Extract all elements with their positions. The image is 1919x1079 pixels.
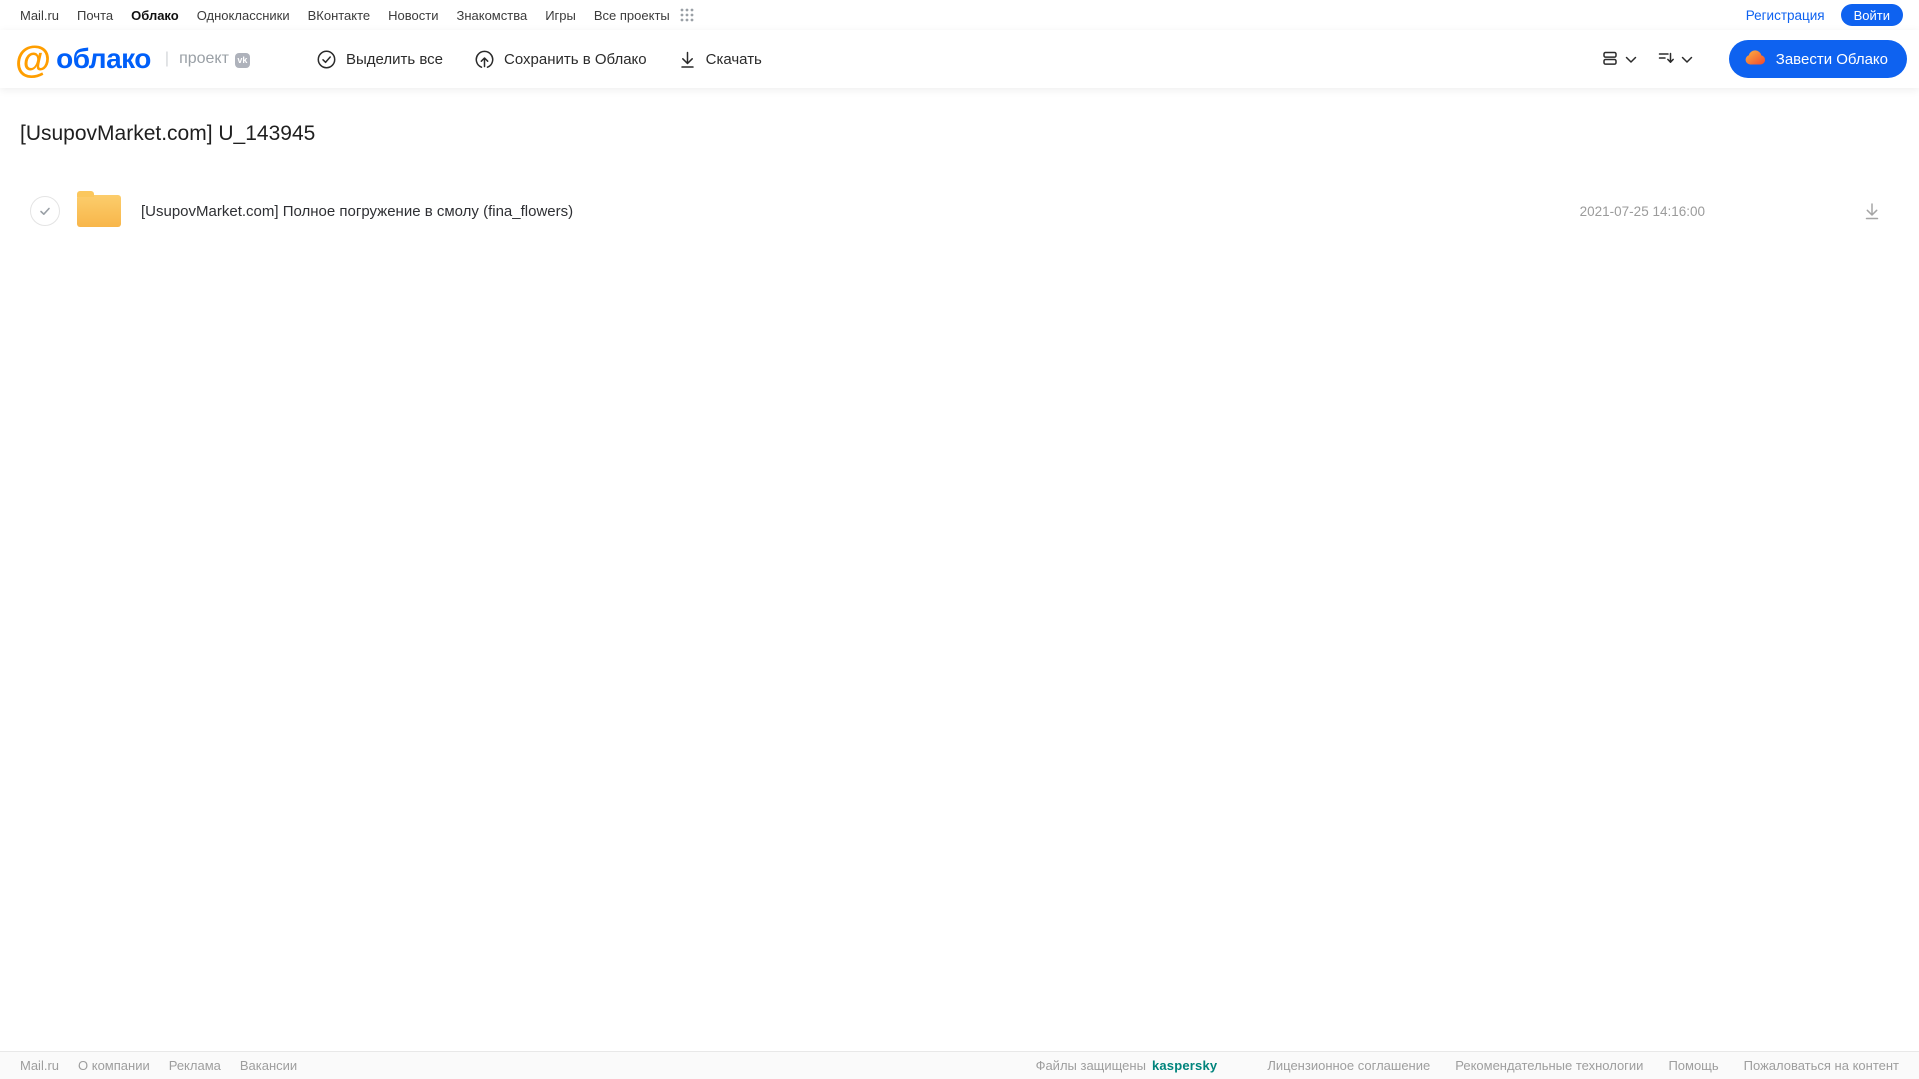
file-actions-toolbar: Выделить все Сохранить в Облако Скачать	[317, 50, 762, 69]
app-header: @ облако | проект vk Выделить все Сохран…	[0, 30, 1919, 88]
row-download-button[interactable]	[1863, 201, 1881, 221]
view-mode-toggle[interactable]	[1601, 49, 1637, 70]
topnav-link[interactable]: Mail.ru	[20, 8, 59, 23]
get-cloud-button[interactable]: Завести Облако	[1728, 40, 1907, 78]
footer-link[interactable]: Реклама	[169, 1058, 221, 1073]
login-button[interactable]: Войти	[1840, 4, 1903, 26]
all-projects-grid-icon[interactable]	[680, 8, 694, 22]
check-circle-icon	[317, 50, 336, 69]
footer-link[interactable]: Вакансии	[240, 1058, 297, 1073]
chevron-down-icon	[1681, 52, 1693, 67]
logo-wordmark: облако	[56, 43, 151, 74]
file-list: [UsupovMarket.com] Полное погружение в с…	[0, 191, 1919, 231]
save-to-cloud-button[interactable]: Сохранить в Облако	[475, 50, 647, 69]
footer-link[interactable]: Пожаловаться на контент	[1744, 1058, 1899, 1073]
topnav-link[interactable]: Облако	[131, 8, 179, 23]
project-vk-label: проект	[179, 50, 229, 67]
footer-link[interactable]: О компании	[78, 1058, 150, 1073]
file-name-link[interactable]: [UsupovMarket.com] Полное погружение в с…	[141, 203, 573, 220]
header-right-controls: Завести Облако	[1601, 40, 1907, 78]
topnav-link[interactable]: Одноклассники	[197, 8, 290, 23]
file-date: 2021-07-25 14:16:00	[1579, 203, 1705, 219]
folder-icon	[77, 191, 121, 227]
cloud-logo[interactable]: @ облако | проект vk	[15, 41, 317, 78]
sort-icon	[1657, 49, 1675, 70]
main-content: [UsupovMarket.com] U_143945 [UsupovMarke…	[0, 88, 1919, 1051]
file-row[interactable]: [UsupovMarket.com] Полное погружение в с…	[0, 191, 1919, 231]
files-protected-label: Файлы защищены	[1035, 1058, 1146, 1073]
topnav-link[interactable]: Все проекты	[594, 8, 670, 23]
footer: Mail.ru О компании Реклама Вакансии Файлы з…	[0, 1051, 1919, 1079]
cloud-icon	[1743, 48, 1767, 70]
topnav-link[interactable]: Игры	[545, 8, 576, 23]
save-to-cloud-label: Сохранить в Облако	[504, 50, 647, 68]
topnav-link[interactable]: Почта	[77, 8, 113, 23]
topnav-link[interactable]: Новости	[388, 8, 438, 23]
select-all-label: Выделить все	[346, 50, 444, 68]
download-label: Скачать	[705, 50, 762, 68]
download-icon	[679, 50, 696, 69]
page-title: [UsupovMarket.com] U_143945	[20, 122, 316, 145]
sort-order-toggle[interactable]	[1657, 49, 1693, 70]
check-icon	[40, 207, 50, 215]
footer-link[interactable]: Рекомендательные технологии	[1455, 1058, 1643, 1073]
row-checkbox[interactable]	[30, 196, 60, 226]
get-cloud-label: Завести Облако	[1775, 50, 1888, 68]
kaspersky-logo[interactable]: kaspersky	[1152, 1058, 1217, 1073]
footer-link[interactable]: Mail.ru	[20, 1058, 59, 1073]
list-view-icon	[1601, 49, 1619, 70]
download-button[interactable]: Скачать	[679, 50, 762, 69]
portal-topnav: Mail.ru Почта Облако Одноклассники ВКонтакте…	[0, 0, 1919, 30]
download-icon	[1865, 203, 1879, 220]
logo-divider: |	[164, 50, 170, 67]
topnav-link[interactable]: Знакомства	[456, 8, 527, 23]
registration-link[interactable]: Регистрация	[1746, 8, 1825, 23]
mailru-at-icon: @	[15, 38, 52, 80]
cloud-upload-icon	[475, 50, 494, 69]
topnav-link[interactable]: ВКонтакте	[308, 8, 371, 23]
chevron-down-icon	[1625, 52, 1637, 67]
select-all-button[interactable]: Выделить все	[317, 50, 443, 69]
vk-logo-icon: vk	[234, 52, 250, 68]
footer-link[interactable]: Лицензионное соглашение	[1267, 1058, 1430, 1073]
footer-link[interactable]: Помощь	[1668, 1058, 1718, 1073]
